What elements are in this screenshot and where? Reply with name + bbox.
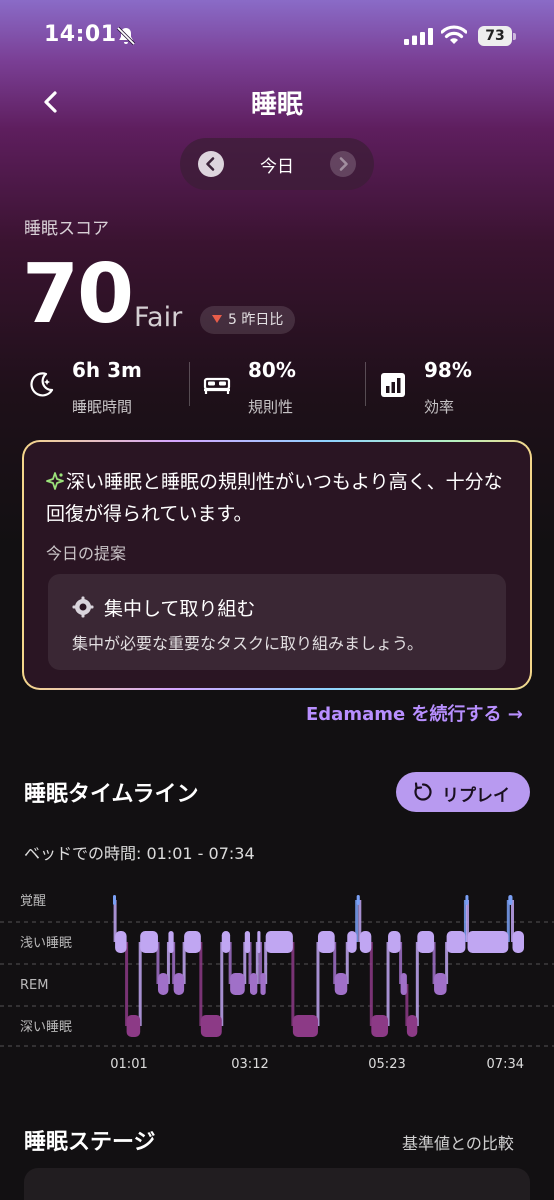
sleep-stage-segment <box>115 931 127 953</box>
time-in-bed: ベッドでの時間: 01:01 - 07:34 <box>24 844 255 863</box>
sleep-stage-segment <box>400 973 407 995</box>
suggestion-title: 集中して取り組む <box>104 598 256 620</box>
metric-label: 睡眠時間 <box>72 398 133 416</box>
moon-icon <box>30 372 54 397</box>
compare-baseline-link[interactable]: 基準値との比較 <box>402 1130 514 1154</box>
sleep-stage-segment <box>317 931 335 953</box>
x-tick-label: 01:01 <box>110 1057 147 1072</box>
sleep-stage-segment <box>157 973 169 995</box>
sleep-stage-segment <box>465 895 469 905</box>
chevron-right-icon <box>339 157 348 171</box>
status-time: 14:01 <box>44 22 117 47</box>
next-day-button[interactable] <box>330 151 356 177</box>
suggestion-description: 集中が必要な重要なタスクに取り組みましょう。 <box>72 634 424 653</box>
sleep-stage-segment <box>173 973 185 995</box>
metric-label: 規則性 <box>248 398 294 416</box>
metric-divider <box>365 362 366 406</box>
bed-icon <box>203 377 231 394</box>
replay-icon <box>414 782 432 801</box>
sleep-stage-segment <box>244 931 250 953</box>
sleep-stage-segment <box>388 931 401 953</box>
battery-nub <box>513 33 516 40</box>
focus-gear-icon <box>72 596 94 618</box>
wifi-icon <box>441 25 467 44</box>
date-navigator: 今日 <box>180 138 374 190</box>
sleep-score-grade: Fair <box>134 302 183 333</box>
metric-label: 効率 <box>424 398 455 416</box>
metric-regularity[interactable]: 80% 規則性 <box>202 356 352 420</box>
efficiency-icon <box>381 373 405 397</box>
x-tick-label: 07:34 <box>487 1057 524 1072</box>
cellular-signal-icon <box>404 28 433 45</box>
sleep-stage-segment <box>371 1015 389 1037</box>
sleep-stage-segment <box>265 931 293 953</box>
sleep-stage-segment <box>356 895 360 905</box>
bell-off-icon <box>116 26 136 46</box>
metric-value: 98% <box>424 358 472 382</box>
suggestion-item[interactable]: 集中して取り組む 集中が必要な重要なタスクに取り組みましょう。 <box>48 574 506 670</box>
sleep-stage-segment <box>406 1015 418 1037</box>
sleep-stage-segment <box>446 931 466 953</box>
sleep-stage-segment <box>359 931 372 953</box>
continue-edamame-link[interactable]: Edamame を続行する → <box>306 700 523 726</box>
insight-card-body: 深い睡眠と睡眠の規則性がいつもより高く、十分な回復が得られています。 今日の提案… <box>24 442 530 688</box>
sleep-stages-title: 睡眠ステージ <box>24 1130 156 1155</box>
sleep-stages-card <box>24 1168 530 1200</box>
replay-button[interactable]: リプレイ <box>396 772 530 812</box>
x-tick-label: 03:12 <box>231 1057 268 1072</box>
sleep-hypnogram-chart: 覚醒浅い睡眠 REM 深い睡眠 01:01 03:12 05:23 07:34 <box>0 894 554 1072</box>
sleep-stage-segment <box>508 895 513 905</box>
stage-label: 深い睡眠 <box>20 1020 72 1035</box>
score-change-text: 5 昨日比 <box>228 312 284 328</box>
metric-value: 6h 3m <box>72 358 142 382</box>
sleep-stage-segment <box>140 931 158 953</box>
metric-divider <box>189 362 190 406</box>
sleep-score-value: 70 <box>22 247 134 342</box>
sleep-stage-segment <box>184 931 201 953</box>
sleep-stage-segment <box>257 931 261 953</box>
sleep-stage-segment <box>113 895 116 905</box>
metric-value: 80% <box>248 358 296 382</box>
score-change-badge: 5 昨日比 <box>200 306 296 334</box>
sleep-stage-segment <box>292 1015 318 1037</box>
stage-label: 覚醒 <box>20 894 46 909</box>
sleep-stage-segment <box>250 973 258 995</box>
sleep-stage-segment <box>260 973 266 995</box>
sleep-stage-segment <box>230 973 245 995</box>
replay-label: リプレイ <box>442 786 510 806</box>
sleep-stage-segment <box>168 931 174 953</box>
page-title: 睡眠 <box>250 90 303 120</box>
sleep-stage-segment <box>221 931 231 953</box>
insight-card: 深い睡眠と睡眠の規則性がいつもより高く、十分な回復が得られています。 今日の提案… <box>22 440 532 690</box>
sleep-stage-segment <box>467 931 509 953</box>
stage-label: REM <box>20 978 48 993</box>
down-triangle-icon <box>212 315 222 323</box>
battery-indicator: 73 <box>478 26 516 46</box>
sleep-stage-segment <box>512 931 524 953</box>
sleep-stage-segment <box>334 973 348 995</box>
sleep-score-label: 睡眠スコア <box>24 219 109 239</box>
x-tick-label: 05:23 <box>368 1057 405 1072</box>
sleep-timeline-title: 睡眠タイムライン <box>24 782 199 807</box>
metric-efficiency[interactable]: 98% 効率 <box>378 356 528 420</box>
metric-sleep-duration[interactable]: 6h 3m 睡眠時間 <box>26 356 176 420</box>
sleep-stage-segment <box>417 931 435 953</box>
battery-level: 73 <box>478 26 512 46</box>
sleep-stage-segment <box>434 973 447 995</box>
sleep-stage-segment <box>126 1015 141 1037</box>
sleep-stage-segment <box>200 1015 222 1037</box>
insight-message: 深い睡眠と睡眠の規則性がいつもより高く、十分な回復が得られています。 <box>46 471 503 525</box>
stage-label: 浅い睡眠 <box>20 936 72 951</box>
suggestion-section-label: 今日の提案 <box>46 544 127 563</box>
sleep-stage-segment <box>347 931 357 953</box>
